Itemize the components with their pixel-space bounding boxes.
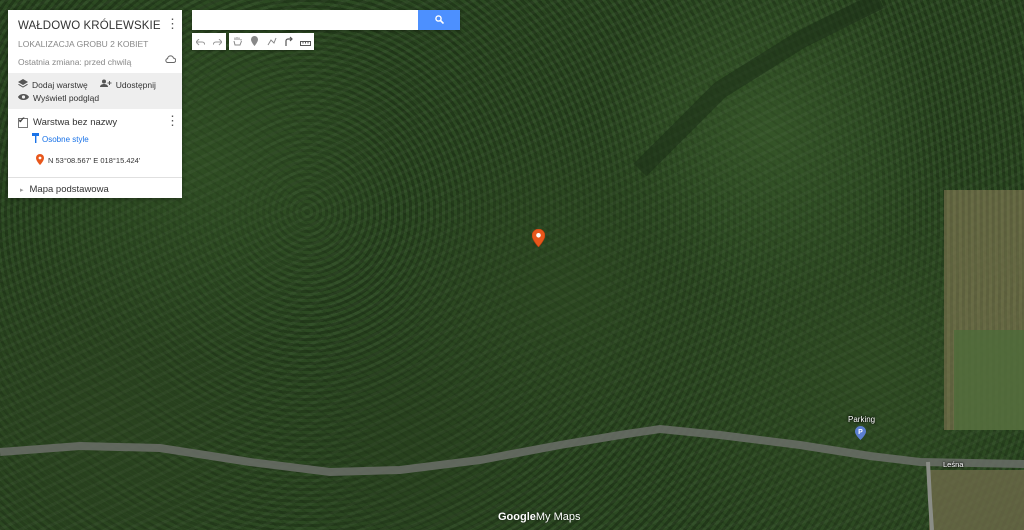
layer-section: Warstwa bez nazwy ⋮ Osobne style N 53°08…	[8, 109, 182, 178]
my-maps-text: My Maps	[535, 511, 581, 523]
panel-actions: Dodaj warstwę Udostępnij Wyświetl podglą…	[8, 73, 182, 109]
road	[0, 424, 1024, 477]
map-panel: WAŁDOWO KRÓLEWSKIE LOKALIZACJA GROBU 2 K…	[8, 10, 182, 198]
hand-icon	[233, 35, 242, 49]
marker-icon	[36, 154, 44, 167]
search-input[interactable]	[192, 10, 418, 30]
paint-roller-icon	[32, 133, 39, 145]
hand-tool-button[interactable]	[229, 33, 246, 50]
google-logo-text: Google	[498, 511, 536, 523]
directions-icon	[284, 35, 293, 49]
preview-label: Wyświetl podgląd	[33, 92, 100, 103]
last-modified: Ostatnia zmiana: przed chwilą	[18, 57, 132, 67]
road-side	[926, 461, 934, 530]
layer-checkbox[interactable]	[18, 115, 28, 128]
style-link[interactable]: Osobne style	[32, 133, 172, 145]
search-icon	[434, 13, 444, 27]
draw-line-button[interactable]	[263, 33, 280, 50]
share-label: Udostępnij	[115, 79, 156, 90]
add-layer-label: Dodaj warstwę	[32, 79, 88, 90]
my-maps-logo: GoogleMy Maps	[498, 511, 581, 523]
ruler-icon	[300, 35, 311, 49]
add-layer-button[interactable]: Dodaj warstwę	[18, 79, 88, 90]
map-toolbar	[192, 33, 314, 50]
add-person-icon	[99, 79, 112, 90]
panel-header: WAŁDOWO KRÓLEWSKIE LOKALIZACJA GROBU 2 K…	[8, 10, 182, 73]
place-name: N 53°08.567' E 018°15.424'	[48, 156, 141, 165]
marker-tool-icon	[251, 35, 258, 49]
map-marker[interactable]	[531, 228, 546, 250]
polyline-icon	[267, 35, 277, 49]
share-button[interactable]: Udostępnij	[99, 79, 156, 90]
street-label: Leśna	[943, 460, 964, 469]
layers-icon	[18, 79, 28, 90]
redo-button[interactable]	[209, 33, 226, 50]
track	[633, 0, 885, 177]
tools-group	[229, 33, 314, 50]
more-options-icon[interactable]: ⋮	[166, 17, 179, 30]
redo-icon	[212, 35, 223, 49]
svg-text:P: P	[858, 429, 863, 436]
map-title[interactable]: WAŁDOWO KRÓLEWSKIE	[18, 20, 172, 32]
expand-arrow-icon: ▸	[20, 186, 24, 194]
basemap-toggle[interactable]: ▸ Mapa podstawowa	[8, 178, 182, 198]
place-item[interactable]: N 53°08.567' E 018°15.424'	[36, 154, 172, 167]
search-button[interactable]	[418, 10, 460, 30]
undo-icon	[195, 35, 206, 49]
layer-header[interactable]: Warstwa bez nazwy	[18, 115, 172, 128]
history-group	[192, 33, 226, 50]
layer-options-icon[interactable]: ⋮	[166, 114, 179, 127]
parking-label: Parking	[848, 415, 876, 424]
directions-button[interactable]	[280, 33, 297, 50]
preview-button[interactable]: Wyświetl podgląd	[18, 93, 99, 103]
cloud-icon	[165, 55, 177, 66]
eye-icon	[18, 93, 29, 103]
layer-name[interactable]: Warstwa bez nazwy	[33, 117, 117, 128]
style-link-label: Osobne style	[42, 134, 89, 144]
measure-button[interactable]	[297, 33, 314, 50]
undo-button[interactable]	[192, 33, 209, 50]
search-bar	[192, 10, 460, 30]
map-description[interactable]: LOKALIZACJA GROBU 2 KOBIET	[18, 39, 172, 49]
add-marker-button[interactable]	[246, 33, 263, 50]
basemap-label: Mapa podstawowa	[29, 184, 109, 195]
parking-icon[interactable]: P	[855, 426, 866, 443]
